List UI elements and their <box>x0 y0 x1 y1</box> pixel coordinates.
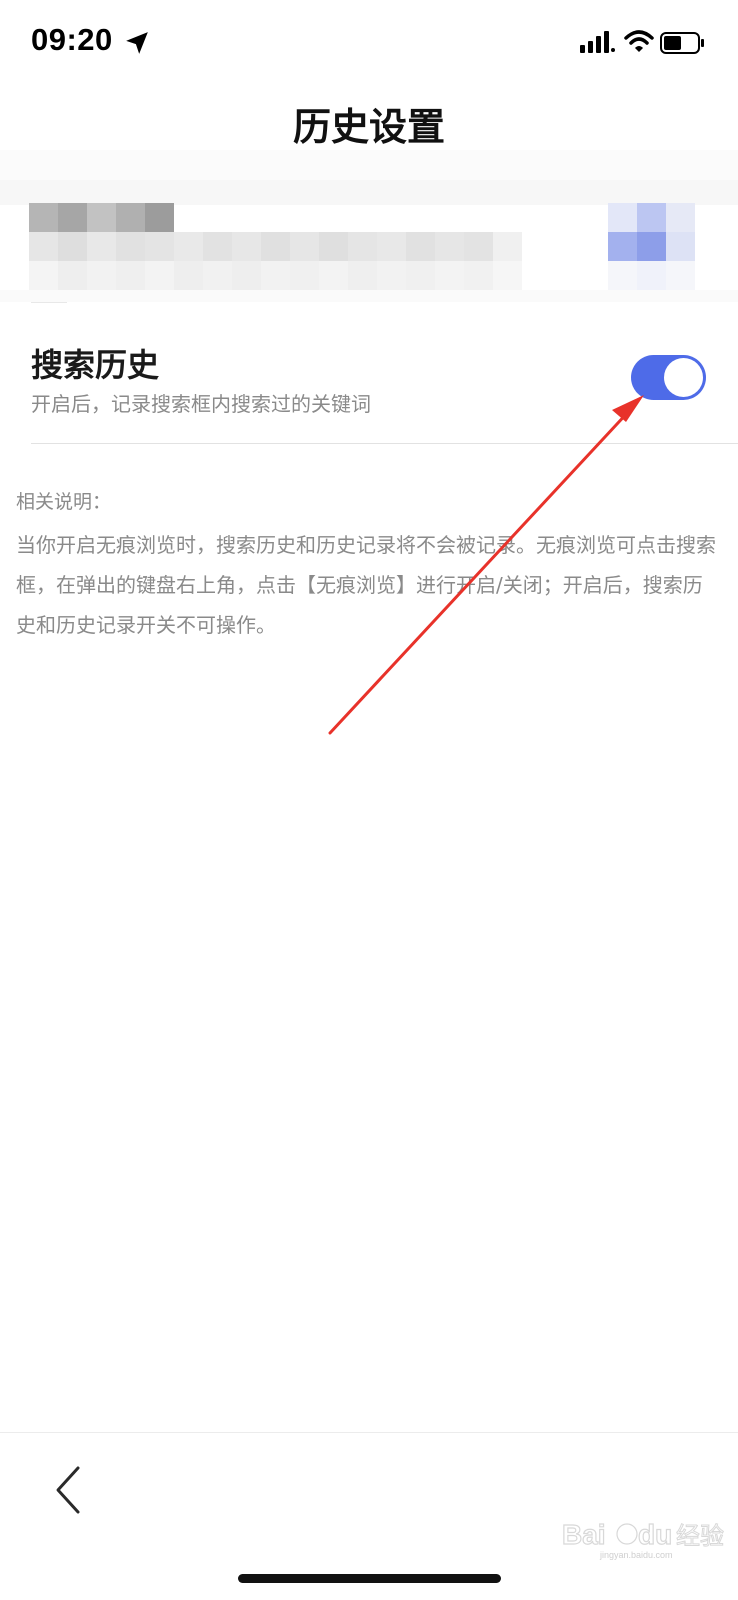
page-title: 历史设置 <box>292 105 445 149</box>
baidu-watermark-logo: Bai du 经验 jingyan.baidu.com <box>561 1518 724 1560</box>
toggle-knob <box>664 358 703 397</box>
back-button[interactable] <box>44 1460 94 1520</box>
svg-text:经验: 经验 <box>676 1522 724 1550</box>
notes-body: 当你开启无痕浏览时，搜索历史和历史记录将不会被记录。无痕浏览可点击搜索框，在弹出… <box>16 533 716 637</box>
home-indicator[interactable] <box>238 1574 501 1583</box>
search-history-setting: 搜索历史 开启后，记录搜索框内搜索过的关键词 <box>0 318 738 443</box>
bottom-bar-divider <box>0 1432 738 1433</box>
svg-text:Bai: Bai <box>562 1519 606 1550</box>
svg-text:du: du <box>638 1519 672 1550</box>
status-bar: 09:20 <box>0 0 738 90</box>
setting-description: 开启后，记录搜索框内搜索过的关键词 <box>31 392 371 416</box>
search-history-toggle[interactable] <box>631 355 706 400</box>
status-time: 09:20 <box>31 22 113 57</box>
signal-icon <box>580 31 615 53</box>
location-arrow-icon <box>126 32 148 54</box>
setting-title: 搜索历史 <box>31 346 160 384</box>
battery-icon <box>660 32 704 54</box>
svg-text:jingyan.baidu.com: jingyan.baidu.com <box>599 1550 673 1560</box>
blurred-account-info <box>0 150 738 310</box>
wifi-icon <box>624 30 654 52</box>
notes-heading: 相关说明： <box>16 491 112 513</box>
divider <box>31 443 738 444</box>
